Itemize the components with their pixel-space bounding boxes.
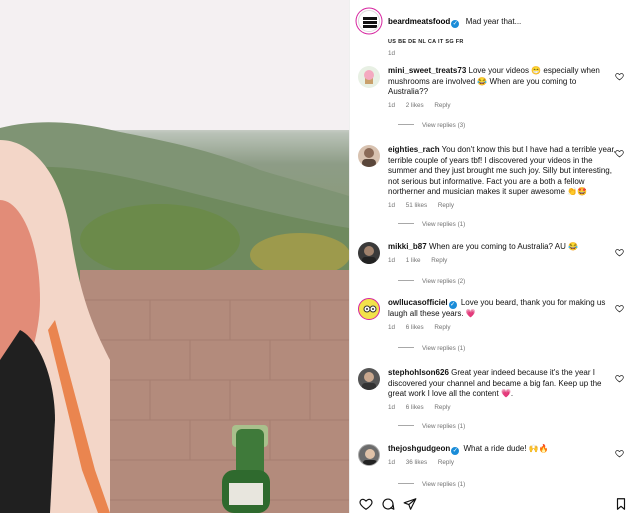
comment-text: What a ride dude! 🙌🔥 <box>463 444 549 453</box>
comment-age: 1d <box>388 256 396 264</box>
cupcake-icon <box>364 70 374 84</box>
comment-text: When are you coming to Australia? AU 😂 <box>428 242 579 251</box>
view-replies-link[interactable]: View replies (3) <box>398 122 465 129</box>
comment-item: thejoshgudgeon ✓ What a ride dude! 🙌🔥 1d … <box>358 444 628 492</box>
comment-username[interactable]: thejoshgudgeon <box>388 444 450 453</box>
divider <box>398 280 414 281</box>
verified-badge-icon: ✓ <box>451 447 460 455</box>
verified-badge-icon: ✓ <box>448 301 457 309</box>
verified-badge-icon: ✓ <box>451 20 460 28</box>
reply-button[interactable]: Reply <box>438 202 454 209</box>
comment-likes[interactable]: 36 likes <box>406 459 427 466</box>
comment-icon[interactable] <box>381 497 395 511</box>
view-replies-link[interactable]: View replies (1) <box>398 423 465 430</box>
post-age: 1d <box>388 50 396 57</box>
reply-button[interactable]: Reply <box>434 102 450 109</box>
divider <box>398 425 414 426</box>
bookmark-icon[interactable] <box>614 497 628 511</box>
avatar[interactable] <box>358 66 380 88</box>
reply-button[interactable]: Reply <box>431 257 447 264</box>
comment-item: stephohlson626 Great year indeed because… <box>358 368 628 434</box>
view-replies-label: View replies (1) <box>422 423 466 430</box>
comment-item: mini_sweet_treats73 Love your videos 😁 e… <box>358 66 628 136</box>
view-replies-link[interactable]: View replies (2) <box>398 278 465 285</box>
heart-icon[interactable] <box>359 497 373 511</box>
action-bar <box>359 497 629 513</box>
view-replies-label: View replies (1) <box>422 481 466 488</box>
reply-button[interactable]: Reply <box>434 404 450 411</box>
comment-age: 1d <box>388 323 396 331</box>
comment-username[interactable]: stephohlson626 <box>388 368 449 377</box>
avatar[interactable] <box>358 298 380 320</box>
divider <box>398 483 414 484</box>
divider <box>398 347 414 348</box>
post-tags: US BE DE NL CA IT SG FR <box>388 39 464 45</box>
comment-username[interactable]: owllucasofficiel <box>388 298 448 307</box>
view-replies-link[interactable]: View replies (1) <box>398 345 465 352</box>
profile-photo-icon <box>363 449 377 465</box>
owl-icon <box>363 305 377 313</box>
profile-photo-icon <box>362 372 376 390</box>
profile-photo-icon <box>362 246 376 264</box>
comment-likes[interactable]: 1 like <box>406 257 421 264</box>
heart-icon[interactable] <box>615 149 624 158</box>
post-username[interactable]: beardmeatsfood <box>388 17 450 26</box>
comment-age: 1d <box>388 459 396 466</box>
comment-username[interactable]: mini_sweet_treats73 <box>388 66 466 75</box>
reply-button[interactable]: Reply <box>434 324 450 331</box>
view-replies-label: View replies (2) <box>422 278 466 285</box>
heart-icon[interactable] <box>615 248 624 257</box>
profile-photo-icon <box>362 148 376 167</box>
comment-likes[interactable]: 6 likes <box>406 324 424 331</box>
comment-likes[interactable]: 6 likes <box>406 404 424 411</box>
view-replies-label: View replies (1) <box>422 221 466 228</box>
comment-age: 1d <box>388 101 396 109</box>
view-replies-link[interactable]: View replies (1) <box>398 221 465 228</box>
view-replies-label: View replies (3) <box>422 122 466 129</box>
heart-icon[interactable] <box>615 374 624 383</box>
heart-icon[interactable] <box>615 72 624 81</box>
comment-item: eighties_rach You don't know this but I … <box>358 145 628 233</box>
comment-item: owllucasofficiel ✓ Love you beard, thank … <box>358 298 628 358</box>
avatar[interactable] <box>358 145 380 167</box>
reply-button[interactable]: Reply <box>438 459 454 466</box>
post-photo <box>0 0 349 513</box>
view-replies-link[interactable]: View replies (1) <box>398 481 465 488</box>
comment-likes[interactable]: 51 likes <box>406 202 427 209</box>
avatar[interactable] <box>358 10 380 32</box>
post-caption: Mad year that... <box>465 17 522 26</box>
avatar[interactable] <box>358 242 380 264</box>
avatar[interactable] <box>358 444 380 466</box>
heart-icon[interactable] <box>615 449 624 458</box>
comment-likes[interactable]: 2 likes <box>406 102 424 109</box>
avatar[interactable] <box>358 368 380 390</box>
heart-icon[interactable] <box>615 304 624 313</box>
send-icon[interactable] <box>403 497 417 511</box>
photo-scene <box>0 0 349 513</box>
comment-item: mikki_b87 When are you coming to Austral… <box>358 242 628 292</box>
comment-username[interactable]: mikki_b87 <box>388 242 427 251</box>
divider <box>398 124 414 125</box>
comment-age: 1d <box>388 403 396 411</box>
comment-username[interactable]: eighties_rach <box>388 145 440 154</box>
divider <box>398 223 414 224</box>
view-replies-label: View replies (1) <box>422 345 466 352</box>
comment-age: 1d <box>388 201 396 209</box>
